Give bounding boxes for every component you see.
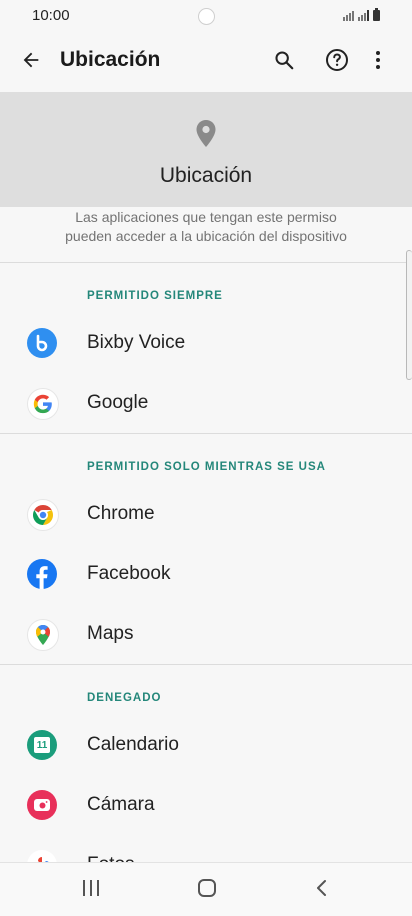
facebook-icon bbox=[27, 559, 57, 589]
home-icon bbox=[198, 879, 216, 897]
back-nav-button[interactable] bbox=[311, 877, 333, 899]
app-row-bixby-voice[interactable]: Bixby Voice bbox=[0, 313, 412, 373]
front-camera bbox=[198, 8, 215, 25]
battery-icon bbox=[373, 7, 380, 21]
status-icons bbox=[343, 7, 380, 21]
help-button[interactable] bbox=[319, 42, 355, 78]
divider bbox=[0, 262, 412, 263]
help-icon bbox=[326, 49, 348, 71]
signal-icon-2 bbox=[358, 9, 369, 21]
section-title-allowed-while-in-use: PERMITIDO SOLO MIENTRAS SE USA bbox=[87, 461, 326, 473]
recents-button[interactable] bbox=[80, 879, 102, 897]
app-row-facebook[interactable]: Facebook bbox=[0, 544, 412, 604]
calendar-icon: 11 bbox=[27, 730, 57, 760]
app-row-maps[interactable]: Maps bbox=[0, 604, 412, 664]
app-label: Google bbox=[87, 392, 149, 413]
chrome-icon bbox=[27, 499, 59, 531]
arrow-back-icon bbox=[23, 52, 39, 68]
app-row-calendario[interactable]: 11 Calendario bbox=[0, 715, 412, 775]
header-title: Ubicación bbox=[159, 164, 253, 187]
calendar-day: 11 bbox=[34, 737, 50, 753]
bixby-voice-icon bbox=[27, 328, 57, 358]
back-button[interactable] bbox=[13, 42, 49, 78]
page-title: Ubicación bbox=[60, 48, 161, 71]
app-label: Cámara bbox=[87, 794, 155, 815]
header-block: Ubicación bbox=[0, 92, 412, 207]
search-button[interactable] bbox=[266, 42, 302, 78]
description-line-1: Las aplicaciones que tengan este permiso bbox=[75, 209, 337, 225]
maps-icon bbox=[27, 619, 59, 651]
camera-icon bbox=[27, 790, 57, 820]
status-time: 10:00 bbox=[32, 6, 70, 24]
recents-icon bbox=[83, 880, 99, 896]
app-label: Maps bbox=[87, 623, 134, 644]
permission-description: Las aplicaciones que tengan este permiso… bbox=[0, 208, 412, 246]
section-title-denied: DENEGADO bbox=[87, 692, 162, 704]
app-label: Bixby Voice bbox=[87, 332, 186, 353]
app-bar: Ubicación bbox=[0, 30, 412, 90]
search-icon bbox=[275, 51, 294, 70]
scrollbar-thumb[interactable] bbox=[406, 250, 412, 380]
navigation-bar bbox=[0, 862, 412, 916]
app-row-camara[interactable]: Cámara bbox=[0, 775, 412, 835]
more-options-button[interactable] bbox=[365, 42, 391, 78]
description-line-2: pueden acceder a la ubicación del dispos… bbox=[65, 228, 347, 244]
app-label: Chrome bbox=[87, 503, 155, 524]
location-pin-icon bbox=[196, 120, 216, 147]
app-row-chrome[interactable]: Chrome bbox=[0, 484, 412, 544]
home-button[interactable] bbox=[196, 877, 218, 899]
divider bbox=[0, 433, 412, 434]
google-icon bbox=[27, 388, 59, 420]
app-row-google[interactable]: Google bbox=[0, 373, 412, 433]
app-label: Calendario bbox=[87, 734, 179, 755]
signal-icon bbox=[343, 9, 354, 21]
section-title-allowed-always: PERMITIDO SIEMPRE bbox=[87, 290, 223, 302]
more-vert-icon bbox=[376, 51, 380, 69]
chevron-left-icon bbox=[317, 880, 326, 896]
divider bbox=[0, 664, 412, 665]
app-label: Facebook bbox=[87, 563, 171, 584]
